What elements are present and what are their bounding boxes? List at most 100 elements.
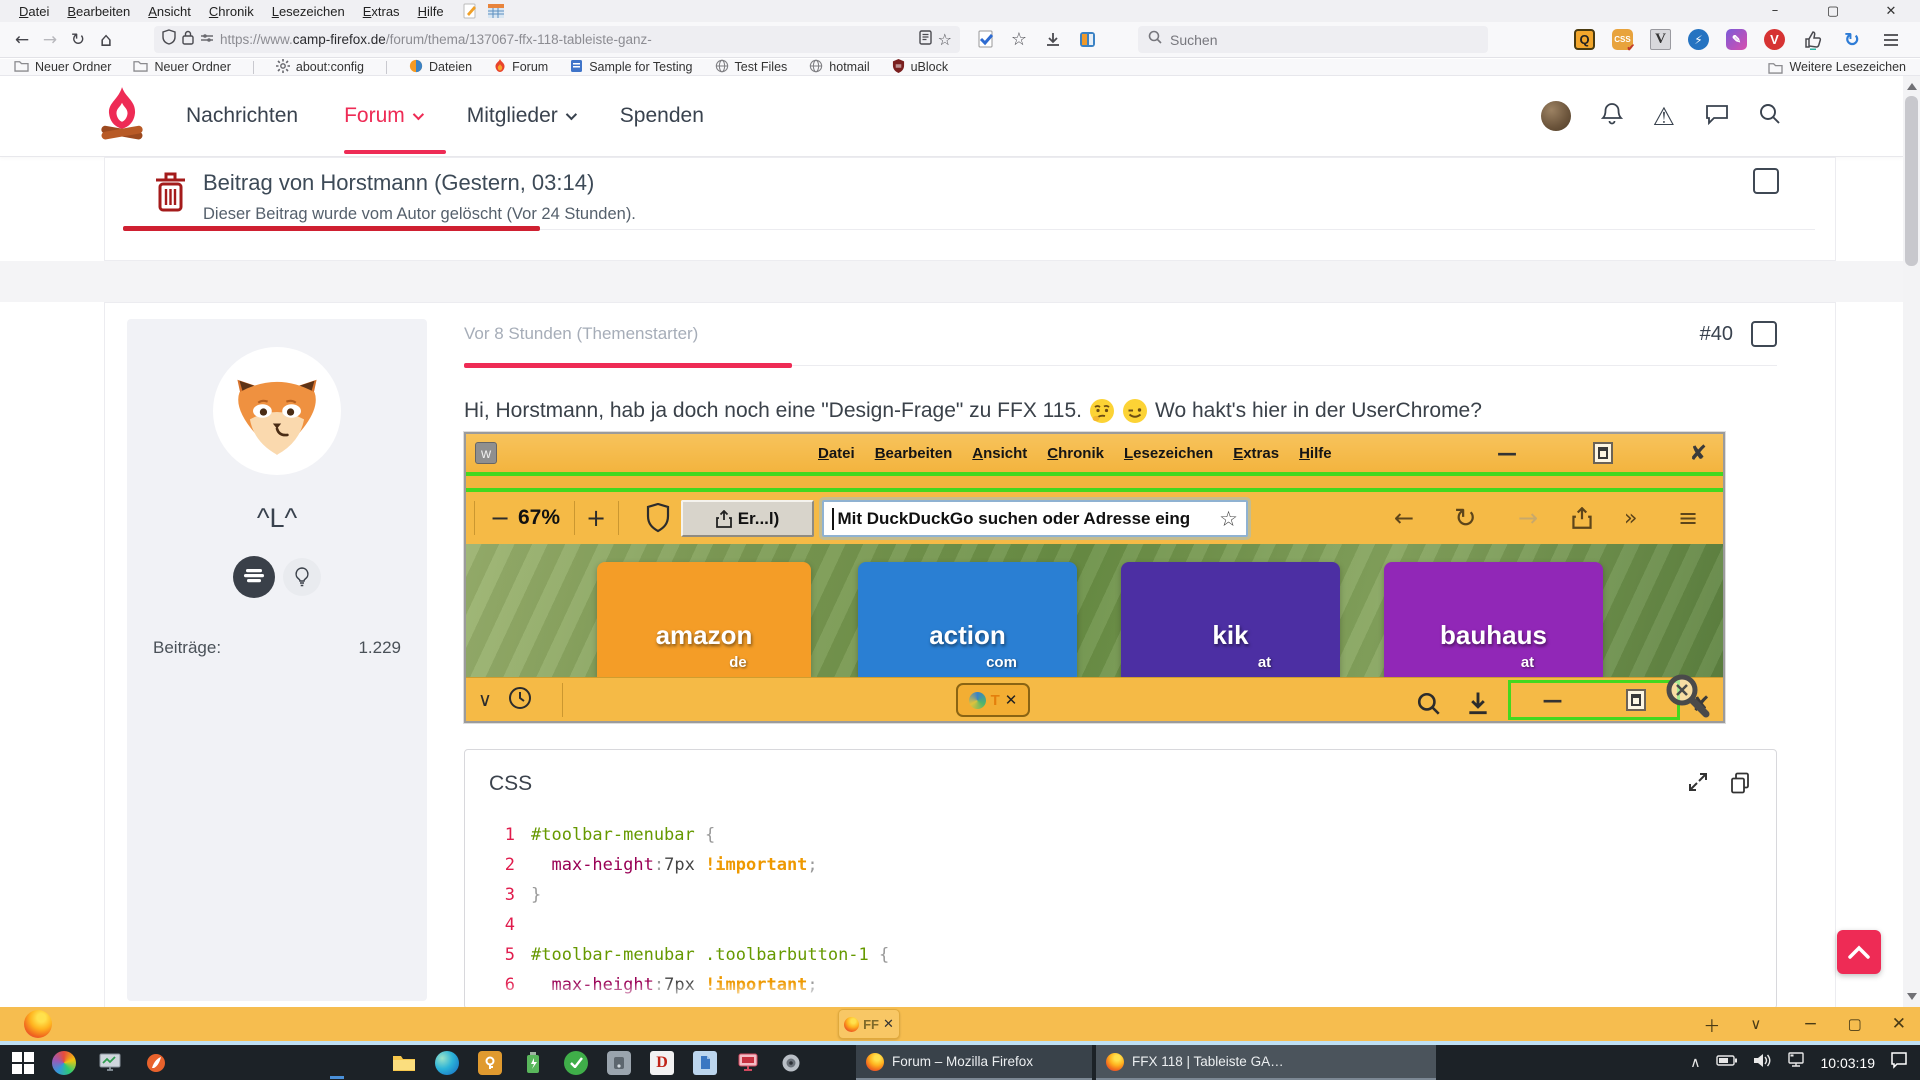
lightbulb-badge-icon[interactable]	[283, 558, 321, 596]
battery-tray-icon[interactable]	[1716, 1054, 1738, 1072]
campfire-logo[interactable]	[96, 85, 148, 148]
bookmark-hotmail[interactable]: hotmail	[809, 59, 869, 76]
warning-icon[interactable]: ⚠	[1653, 102, 1675, 131]
bookmark-neuer-ordner[interactable]: Neuer Ordner	[14, 59, 111, 75]
tabbar-close-button[interactable]: ✕	[1892, 1014, 1906, 1034]
chat-icon[interactable]	[1705, 103, 1729, 130]
menubar-item-hilfe[interactable]: Hilfe	[409, 2, 453, 21]
quill-app-icon[interactable]	[144, 1051, 168, 1075]
clock[interactable]: 10:03:19	[1821, 1055, 1876, 1071]
tracking-shield-icon[interactable]	[162, 29, 176, 50]
forum-nav-spenden[interactable]: Spenden	[620, 104, 704, 128]
tab-list-dropdown[interactable]: ∨	[1750, 1015, 1761, 1033]
window-minimize-button[interactable]: –	[1746, 0, 1804, 22]
new-tab-button[interactable]: ＋	[1703, 1012, 1720, 1037]
notification-center-icon[interactable]	[1890, 1052, 1908, 1074]
star-addon-icon[interactable]: ☆	[1008, 29, 1030, 51]
network-tray-icon[interactable]	[1786, 1052, 1806, 1073]
bookmark-about-config[interactable]: about:config	[276, 59, 364, 76]
tray-chevron-icon[interactable]: ∧	[1690, 1055, 1700, 1071]
bookmark-test-files[interactable]: Test Files	[715, 59, 788, 76]
menubar-item-lesezeichen[interactable]: Lesezeichen	[263, 2, 354, 21]
monitor-app-icon[interactable]	[98, 1051, 122, 1075]
post-select-checkbox[interactable]	[1751, 321, 1777, 347]
taskbar-window-forum[interactable]: Forum – Mozilla Firefox	[856, 1045, 1092, 1080]
color-wheel-app-icon[interactable]	[52, 1051, 76, 1075]
scrollbar-up-arrow[interactable]	[1907, 83, 1917, 90]
site-tile-amazon[interactable]: amazonde	[597, 562, 811, 677]
red-monitor-app-icon[interactable]	[736, 1051, 760, 1075]
site-tile-action[interactable]: actioncom	[858, 562, 1077, 677]
forum-nav-mitglieder[interactable]: Mitglieder	[467, 104, 574, 128]
bookmark-neuer-ordner[interactable]: Neuer Ordner	[133, 59, 230, 75]
forum-nav-forum[interactable]: Forum	[344, 104, 421, 128]
screenshot-addon-icon[interactable]: ✎	[1726, 29, 1747, 50]
hamburger-menu-icon[interactable]	[1880, 29, 1902, 51]
permissions-icon[interactable]	[200, 31, 214, 49]
forum-nav-nachrichten[interactable]: Nachrichten	[186, 104, 298, 128]
battery-app-icon[interactable]	[521, 1051, 545, 1075]
bookmark-star-icon[interactable]: ☆	[938, 30, 952, 49]
lightning-addon-icon[interactable]: ⚡	[1688, 29, 1709, 50]
keepass-icon[interactable]	[478, 1051, 502, 1075]
start-button[interactable]	[0, 1045, 46, 1080]
antivirus-check-icon[interactable]	[564, 1051, 588, 1075]
d-app-icon[interactable]: D	[650, 1051, 674, 1075]
volume-tray-icon[interactable]	[1753, 1053, 1771, 1073]
page-scrollbar[interactable]	[1903, 76, 1920, 1007]
post-select-checkbox[interactable]	[1753, 168, 1779, 194]
firefox-icon[interactable]	[24, 1010, 52, 1038]
scroll-to-top-button[interactable]	[1837, 930, 1881, 974]
bookmark-forum[interactable]: Forum	[494, 59, 548, 76]
more-bookmarks-button[interactable]: Weitere Lesezeichen	[1768, 60, 1906, 74]
edge-browser-icon[interactable]	[435, 1051, 459, 1075]
reload-button[interactable]: ↻	[64, 26, 92, 54]
sync-addon-icon[interactable]: ↻	[1841, 29, 1863, 51]
bookmark-check-addon-icon[interactable]	[974, 29, 996, 51]
window-maximize-button[interactable]: ▢	[1804, 0, 1862, 22]
css-addon-icon[interactable]: CSS	[1612, 29, 1633, 50]
browser-tab[interactable]: FF ✕	[838, 1009, 900, 1039]
bell-icon[interactable]	[1601, 102, 1623, 131]
fox-avatar[interactable]	[213, 347, 341, 475]
menubar-item-chronik[interactable]: Chronik	[200, 2, 263, 21]
gray-app-icon[interactable]	[607, 1051, 631, 1075]
tab-close-icon[interactable]: ✕	[883, 1017, 894, 1032]
site-tile-bauhaus[interactable]: bauhausat	[1384, 562, 1603, 677]
menubar-item-datei[interactable]: Datei	[10, 2, 58, 21]
scrollbar-thumb[interactable]	[1905, 96, 1918, 266]
bookmark-sample-for-testing[interactable]: Sample for Testing	[570, 59, 692, 76]
copy-code-icon[interactable]	[1730, 772, 1750, 799]
download-addon-icon[interactable]	[1042, 29, 1064, 51]
user-avatar[interactable]	[1541, 101, 1571, 131]
file-explorer-icon[interactable]	[392, 1051, 416, 1075]
url-bar[interactable]: https://www.camp-firefox.de/forum/thema/…	[154, 26, 960, 53]
search-bar[interactable]: Suchen	[1138, 26, 1488, 53]
site-tile-kik[interactable]: kikat	[1121, 562, 1340, 677]
expand-code-icon[interactable]	[1688, 772, 1708, 799]
table-addon-icon[interactable]	[487, 3, 505, 19]
menubar-item-extras[interactable]: Extras	[354, 2, 409, 21]
window-close-button[interactable]: ✕	[1862, 0, 1920, 22]
bookmark-ublock[interactable]: uBlock	[892, 59, 949, 76]
menubar-item-bearbeiten[interactable]: Bearbeiten	[58, 2, 139, 21]
embedded-screenshot[interactable]: w DateiBearbeitenAnsichtChronikLesezeich…	[464, 432, 1725, 723]
container-addon-icon[interactable]	[1076, 29, 1098, 51]
blue-app-icon[interactable]	[693, 1051, 717, 1075]
bookmark-dateien[interactable]: Dateien	[409, 59, 472, 76]
logs-badge-icon[interactable]	[233, 556, 275, 598]
author-name[interactable]: ^L^	[127, 503, 427, 534]
back-button[interactable]: ←	[8, 26, 36, 54]
post-number[interactable]: #40	[1700, 323, 1733, 346]
thumbs-up-addon-icon[interactable]	[1802, 29, 1824, 51]
vivaldi-addon-icon[interactable]: V	[1764, 29, 1785, 50]
home-button[interactable]: ⌂	[92, 26, 120, 54]
lock-icon[interactable]	[182, 30, 194, 50]
reader-view-icon[interactable]	[919, 30, 932, 50]
v-addon-icon[interactable]: V	[1650, 29, 1671, 50]
search-icon[interactable]	[1759, 103, 1781, 130]
menubar-item-ansicht[interactable]: Ansicht	[139, 2, 200, 21]
tabbar-maximize-button[interactable]: ▢	[1848, 1015, 1862, 1033]
q-search-addon-icon[interactable]: Q	[1574, 29, 1595, 50]
scrollbar-down-arrow[interactable]	[1907, 993, 1917, 1000]
